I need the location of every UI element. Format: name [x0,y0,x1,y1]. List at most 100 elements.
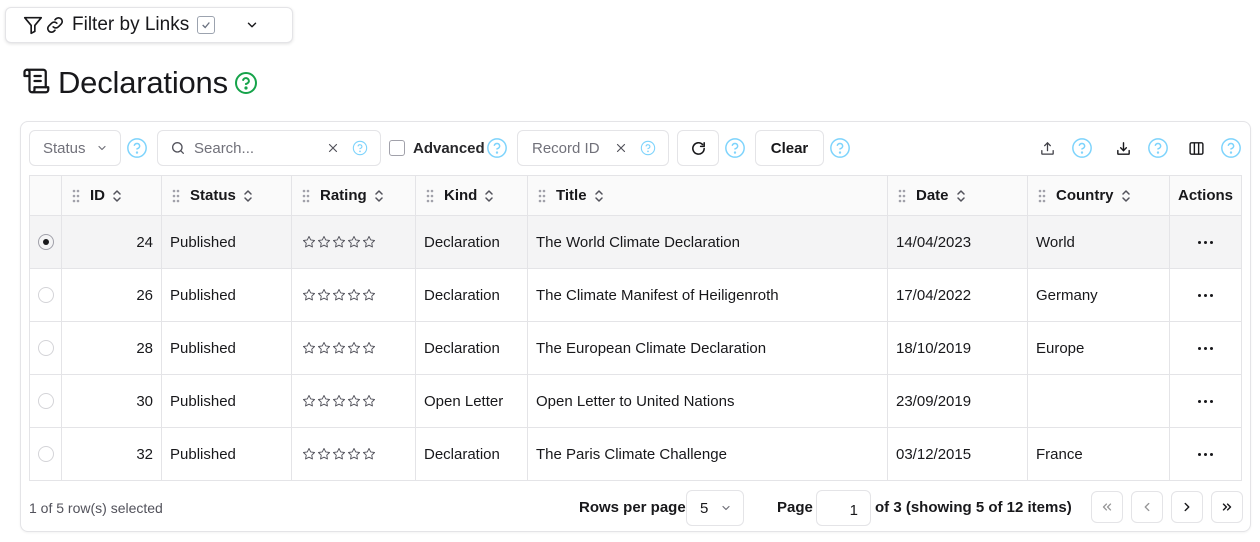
help-icon[interactable] [234,71,258,95]
advanced-checkbox[interactable] [389,140,405,156]
sort-icon[interactable] [111,189,123,203]
sort-icon[interactable] [955,189,967,203]
filter-by-links-dropdown[interactable]: Filter by Links [5,7,293,43]
status-filter-select[interactable]: Status [29,130,121,166]
search-input[interactable]: Search... [194,140,254,157]
star-icon[interactable] [317,394,331,408]
columns-icon[interactable] [1185,137,1207,159]
sort-icon[interactable] [1120,189,1132,203]
first-page-button[interactable] [1091,491,1123,523]
star-icon[interactable] [347,341,361,355]
page-number-input[interactable]: 1 [816,490,871,526]
grip-icon[interactable] [898,189,906,203]
grip-icon[interactable] [538,189,546,203]
grip-icon[interactable] [172,189,180,203]
more-icon[interactable] [1198,452,1213,456]
help-icon[interactable] [352,140,368,156]
column-header-country[interactable]: Country [1028,176,1170,215]
sort-icon[interactable] [593,189,605,203]
star-icon[interactable] [362,235,376,249]
rows-per-page-select[interactable]: 5 [686,490,744,526]
star-icon[interactable] [302,235,316,249]
more-icon[interactable] [1198,399,1213,403]
star-icon[interactable] [302,447,316,461]
star-icon[interactable] [317,447,331,461]
star-icon[interactable] [347,235,361,249]
help-icon[interactable] [1220,137,1242,159]
download-icon[interactable] [1112,137,1134,159]
rating-stars[interactable] [302,447,376,461]
star-icon[interactable] [347,447,361,461]
close-icon[interactable] [326,141,340,155]
grip-icon[interactable] [302,189,310,203]
column-header-kind[interactable]: Kind [416,176,528,215]
more-icon[interactable] [1198,293,1213,297]
table-row[interactable]: 32 Published Declaration The Paris Climate … [29,428,1242,481]
record-id-input[interactable]: Record ID [532,140,600,157]
rating-stars[interactable] [302,235,376,249]
row-select-radio[interactable] [37,287,54,303]
column-header-rating[interactable]: Rating [292,176,416,215]
rating-stars[interactable] [302,288,376,302]
refresh-button[interactable] [677,130,719,166]
table-row[interactable]: 30 Published Open Letter Open Letter to Uni… [29,375,1242,428]
row-select-radio[interactable] [37,234,54,250]
clear-button[interactable]: Clear [755,130,824,166]
row-select-cell[interactable] [29,428,62,480]
rating-stars[interactable] [302,341,376,355]
advanced-toggle[interactable]: Advanced [389,130,485,166]
search-field[interactable]: Search... [157,130,381,166]
star-icon[interactable] [362,288,376,302]
table-row[interactable]: 24 Published Declaration The World Climate … [29,216,1242,269]
column-header-id[interactable]: ID [62,176,162,215]
help-icon[interactable] [724,137,746,159]
row-select-cell[interactable] [29,375,62,427]
star-icon[interactable] [362,341,376,355]
grip-icon[interactable] [426,189,434,203]
star-icon[interactable] [332,394,346,408]
row-select-cell[interactable] [29,269,62,321]
star-icon[interactable] [302,288,316,302]
column-header-status[interactable]: Status [162,176,292,215]
chevron-down-icon[interactable] [245,18,259,32]
star-icon[interactable] [317,235,331,249]
row-select-radio[interactable] [37,446,54,462]
star-icon[interactable] [317,288,331,302]
more-icon[interactable] [1198,240,1213,244]
next-page-button[interactable] [1171,491,1203,523]
previous-page-button[interactable] [1131,491,1163,523]
table-row[interactable]: 28 Published Declaration The European Clima… [29,322,1242,375]
help-icon[interactable] [486,137,508,159]
row-select-cell[interactable] [29,322,62,374]
sort-icon[interactable] [373,189,385,203]
help-icon[interactable] [1147,137,1169,159]
table-row[interactable]: 26 Published Declaration The Climate Manife… [29,269,1242,322]
upload-icon[interactable] [1036,137,1058,159]
star-icon[interactable] [317,341,331,355]
checkbox-icon[interactable] [197,16,216,34]
star-icon[interactable] [332,341,346,355]
star-icon[interactable] [362,394,376,408]
help-icon[interactable] [829,137,851,159]
close-icon[interactable] [614,141,628,155]
last-page-button[interactable] [1211,491,1243,523]
record-id-field[interactable]: Record ID [517,130,669,166]
star-icon[interactable] [362,447,376,461]
star-icon[interactable] [332,288,346,302]
sort-icon[interactable] [483,189,495,203]
more-icon[interactable] [1198,346,1213,350]
star-icon[interactable] [302,394,316,408]
star-icon[interactable] [347,288,361,302]
star-icon[interactable] [347,394,361,408]
rating-stars[interactable] [302,394,376,408]
help-icon[interactable] [640,140,656,156]
row-select-cell[interactable] [29,216,62,268]
row-select-radio[interactable] [37,340,54,356]
column-header-date[interactable]: Date [888,176,1028,215]
help-icon[interactable] [126,137,148,159]
help-icon[interactable] [1071,137,1093,159]
star-icon[interactable] [302,341,316,355]
grip-icon[interactable] [72,189,80,203]
column-header-title[interactable]: Title [528,176,888,215]
star-icon[interactable] [332,447,346,461]
